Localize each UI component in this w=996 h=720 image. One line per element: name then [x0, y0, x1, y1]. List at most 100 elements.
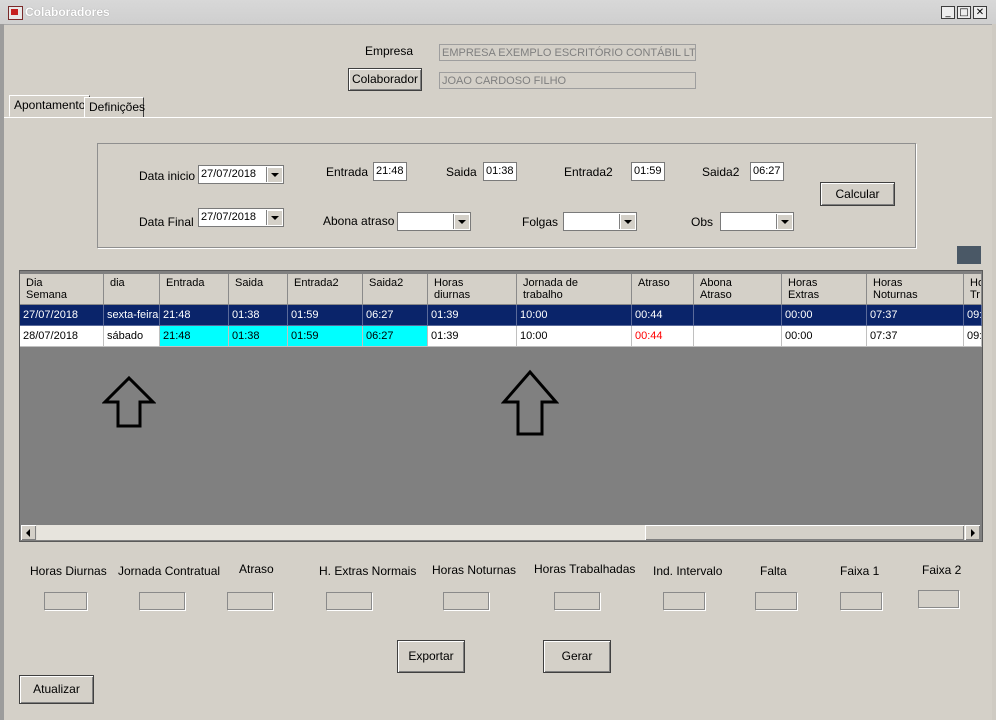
- column-header[interactable]: Dia Semana: [20, 274, 104, 305]
- atualizar-button[interactable]: Atualizar: [19, 675, 94, 704]
- atraso-field[interactable]: [227, 592, 273, 610]
- exportar-button[interactable]: Exportar: [397, 640, 465, 673]
- entrada-input[interactable]: 21:48: [373, 162, 407, 181]
- column-header[interactable]: Jornada de trabalho: [517, 274, 632, 305]
- falta-field[interactable]: [755, 592, 797, 610]
- entrada2-input[interactable]: 01:59: [631, 162, 665, 181]
- table-cell[interactable]: [694, 326, 782, 347]
- folgas-select[interactable]: [563, 212, 637, 231]
- abona-atraso-select[interactable]: [397, 212, 471, 231]
- table-cell[interactable]: 10:00: [517, 305, 632, 326]
- tab-definicoes[interactable]: Definições: [84, 97, 145, 117]
- summary-label: Horas Trabalhadas: [534, 562, 636, 576]
- data-grid[interactable]: Dia Semana dia Entrada Saida Entrada2 Sai…: [19, 270, 983, 542]
- table-cell[interactable]: 01:39: [428, 305, 517, 326]
- table-cell[interactable]: 01:59: [288, 305, 363, 326]
- horas-trabalhadas-field[interactable]: [554, 592, 600, 610]
- summary-label: Faixa 1: [840, 564, 880, 578]
- summary-label: Faixa 2: [922, 563, 962, 577]
- table-cell[interactable]: 01:38: [229, 305, 288, 326]
- table-cell[interactable]: 06:27: [363, 305, 428, 326]
- column-header[interactable]: Horas Extras: [782, 274, 867, 305]
- column-header[interactable]: dia: [104, 274, 160, 305]
- minimize-button[interactable]: _: [941, 6, 955, 19]
- empresa-field[interactable]: EMPRESA EXEMPLO ESCRITÓRIO CONTÁBIL LTD: [439, 44, 696, 61]
- table-cell[interactable]: 00:00: [782, 326, 867, 347]
- table-cell[interactable]: 09:: [964, 305, 982, 326]
- colaborador-field[interactable]: JOAO CARDOSO FILHO: [439, 72, 696, 89]
- scroll-left-icon[interactable]: [21, 525, 36, 540]
- column-header[interactable]: Entrada: [160, 274, 229, 305]
- table-cell[interactable]: 07:37: [867, 326, 964, 347]
- table-cell[interactable]: 00:00: [782, 305, 867, 326]
- column-header[interactable]: Entrada2: [288, 274, 363, 305]
- table-cell[interactable]: 01:39: [428, 326, 517, 347]
- colaborador-button[interactable]: Colaborador: [348, 68, 422, 91]
- saida-input[interactable]: 01:38: [483, 162, 517, 181]
- maximize-button[interactable]: □: [957, 6, 971, 19]
- summary-label: Falta: [760, 564, 787, 578]
- abona-atraso-label: Abona atraso: [323, 214, 395, 228]
- chevron-down-icon[interactable]: [619, 214, 635, 229]
- column-header[interactable]: Saida2: [363, 274, 428, 305]
- scrollbar-thumb[interactable]: [37, 525, 645, 540]
- entrada-label: Entrada: [326, 165, 369, 179]
- chevron-down-icon[interactable]: [266, 210, 282, 225]
- saida2-label: Saida2: [702, 165, 740, 179]
- h-extras-normais-field[interactable]: [326, 592, 372, 610]
- chevron-down-icon[interactable]: [776, 214, 792, 229]
- ind-intervalo-field[interactable]: [663, 592, 705, 610]
- data-final-label: Data Final: [139, 215, 194, 229]
- close-button[interactable]: ✕: [973, 6, 987, 19]
- window-title: Colaboradores: [25, 5, 110, 19]
- scrollbar-track[interactable]: [645, 525, 964, 540]
- calcular-button[interactable]: Calcular: [820, 182, 895, 206]
- horas-noturnas-field[interactable]: [443, 592, 489, 610]
- table-cell[interactable]: 28/07/2018: [20, 326, 104, 347]
- table-cell[interactable]: 01:59: [288, 326, 363, 347]
- table-cell[interactable]: 21:48: [160, 326, 229, 347]
- table-cell[interactable]: 21:48: [160, 305, 229, 326]
- title-bar: [0, 0, 996, 25]
- column-header[interactable]: Saida: [229, 274, 288, 305]
- obs-label: Obs: [691, 215, 714, 229]
- obs-select[interactable]: [720, 212, 794, 231]
- table-cell[interactable]: sexta-feira: [104, 305, 160, 326]
- column-header[interactable]: Atraso: [632, 274, 694, 305]
- scroll-right-icon[interactable]: [965, 525, 980, 540]
- column-header[interactable]: Abona Atraso: [694, 274, 782, 305]
- column-header[interactable]: HoTr: [964, 274, 982, 305]
- window-edge-left: [0, 24, 4, 720]
- table-cell[interactable]: 00:44: [632, 305, 694, 326]
- dark-block: [957, 246, 981, 264]
- data-inicio-value: 27/07/2018: [201, 168, 257, 180]
- table-cell[interactable]: 10:00: [517, 326, 632, 347]
- table-cell[interactable]: 09:: [964, 326, 982, 347]
- table-cell[interactable]: 27/07/2018: [20, 305, 104, 326]
- column-header[interactable]: Horas diurnas: [428, 274, 517, 305]
- faixa-2-field[interactable]: [918, 590, 959, 608]
- tab-apontamento[interactable]: Apontamento: [9, 95, 91, 117]
- saida2-input[interactable]: 06:27: [750, 162, 784, 181]
- table-cell[interactable]: 07:37: [867, 305, 964, 326]
- summary-label: Horas Noturnas: [432, 563, 517, 577]
- table-cell[interactable]: 01:38: [229, 326, 288, 347]
- table-cell[interactable]: 00:44: [632, 326, 694, 347]
- filter-panel: [97, 143, 916, 248]
- data-inicio-picker[interactable]: 27/07/2018: [198, 165, 284, 184]
- column-header[interactable]: Horas Noturnas: [867, 274, 964, 305]
- data-final-value: 27/07/2018: [201, 211, 257, 223]
- up-arrow-icon: [102, 375, 156, 428]
- table-cell[interactable]: sábado: [104, 326, 160, 347]
- gerar-button[interactable]: Gerar: [543, 640, 611, 673]
- jornada-contratual-field[interactable]: [139, 592, 185, 610]
- chevron-down-icon[interactable]: [453, 214, 469, 229]
- table-cell[interactable]: 06:27: [363, 326, 428, 347]
- faixa-1-field[interactable]: [840, 592, 882, 610]
- chevron-down-icon[interactable]: [266, 167, 282, 182]
- table-cell[interactable]: [694, 305, 782, 326]
- horizontal-scrollbar[interactable]: [21, 525, 980, 540]
- horas-diurnas-field[interactable]: [44, 592, 87, 610]
- saida-label: Saida: [446, 165, 477, 179]
- data-final-picker[interactable]: 27/07/2018: [198, 208, 284, 227]
